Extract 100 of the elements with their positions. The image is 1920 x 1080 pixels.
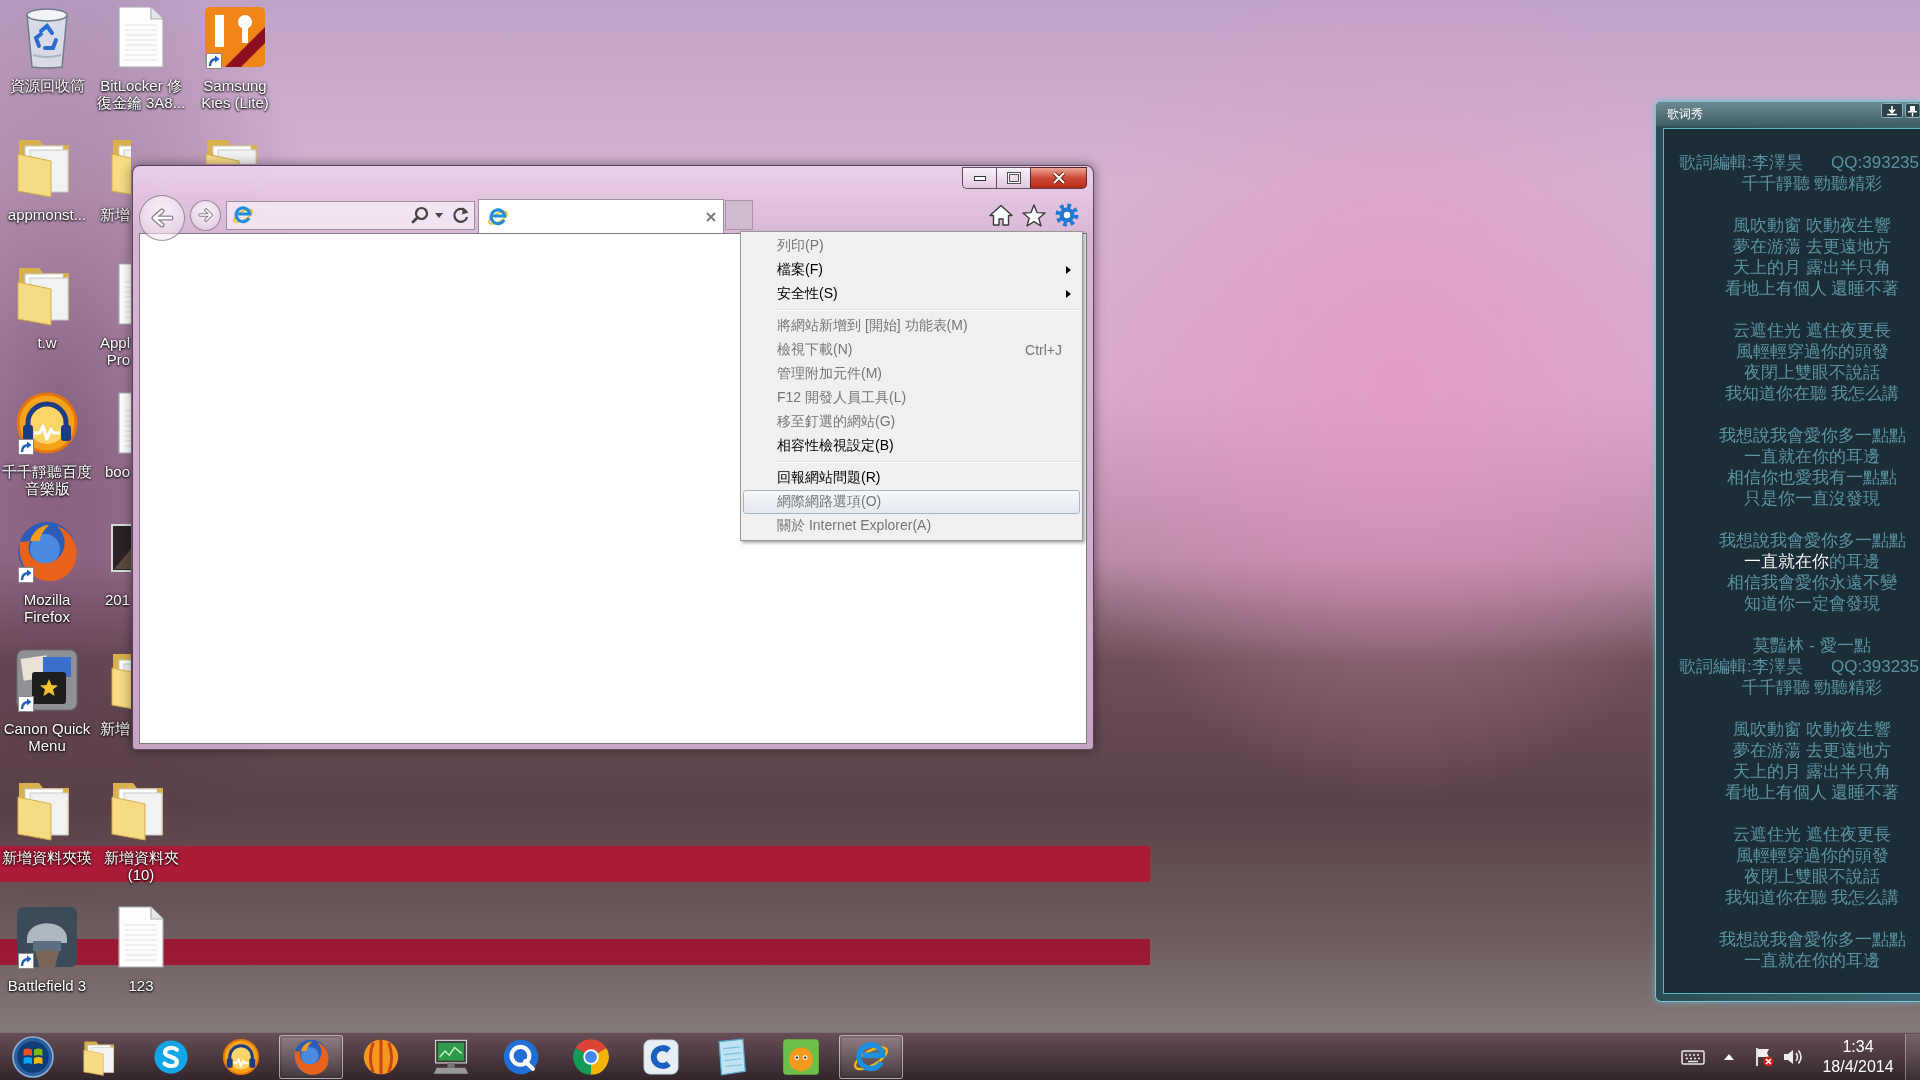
taskbar-button[interactable] [279, 1034, 343, 1079]
helmet-figure-icon[interactable] [15, 905, 79, 970]
lyric-line: QQ:393235 [1831, 152, 1919, 173]
e-logo-icon [232, 204, 254, 226]
maximize-icon [1006, 172, 1021, 184]
window-title: 歌词秀 [1667, 105, 1703, 123]
submenu-arrow-icon [1066, 266, 1071, 274]
s-logo-icon[interactable] [152, 1037, 190, 1076]
clock-date[interactable]: 18/4/2014 [1822, 1056, 1894, 1077]
lyric-line: 風吹動窗 吹動夜生響 [1733, 215, 1891, 236]
lyric-line: 只是你一直沒發現 [1744, 488, 1880, 509]
icon-label[interactable]: 新增資料夾瑛 [2, 848, 92, 866]
address-field[interactable] [226, 200, 475, 230]
keyboard-icon[interactable] [1681, 1048, 1705, 1065]
icon-label[interactable]: 新增資料夾 (10) [95, 848, 187, 883]
lyric-line: 我想說我會愛你多一點點 [1718, 425, 1906, 446]
pin-icon[interactable] [1905, 103, 1920, 118]
lyric-line: 一直就在你的耳邊 [1744, 950, 1880, 971]
search-icon[interactable] [411, 206, 429, 224]
settings-icon[interactable] [1055, 203, 1079, 227]
start-button[interactable] [12, 1035, 54, 1078]
lyric-line: 相信我會愛你永遠不變 [1727, 572, 1897, 593]
headphones-icon[interactable] [222, 1037, 260, 1076]
menu-item[interactable]: 檔案(F) [743, 258, 1080, 282]
lyric-line: 云遮住光 遮住夜更長 [1733, 320, 1891, 341]
shortcut-hint: Ctrl+J [1025, 342, 1062, 358]
taskbar-button[interactable] [839, 1034, 903, 1079]
icon-label[interactable]: BitLocker 修復金鑰 3A8... [95, 77, 187, 111]
star-icon[interactable] [1022, 203, 1046, 227]
striped-ball-icon[interactable] [362, 1037, 400, 1076]
cartoon-face-icon[interactable] [782, 1037, 820, 1076]
lyric-line: 歌詞編輯:李澤昊 [1679, 656, 1803, 677]
lyric-line: 我想說我會愛你多一點點 [1718, 530, 1906, 551]
lyric-line: 風輕輕穿過你的頭發 [1735, 341, 1889, 362]
lyric-line: 千千靜聽 勁聽精彩 [1741, 173, 1883, 194]
lyric-line: 看地上有個人 還睡不著 [1724, 278, 1900, 299]
lyric-line: 莫豔林 - 愛一點 [1753, 635, 1871, 656]
lyric-line: 風吹動窗 吹動夜生響 [1733, 719, 1891, 740]
lyric-line: 風輕輕穿過你的頭發 [1735, 845, 1889, 866]
home-icon[interactable] [989, 204, 1013, 226]
three-sector-logo-icon[interactable] [572, 1037, 610, 1076]
minimize-icon [973, 174, 986, 182]
lyric-line: 相信你也愛我有一點點 [1727, 467, 1897, 488]
lyric-line: 天上的月 露出半只角 [1733, 257, 1891, 278]
lyric-line: 夢在游蕩 去更遠地方 [1733, 236, 1891, 257]
fox-globe-icon [292, 1037, 330, 1076]
lyric-line: 看地上有個人 還睡不著 [1724, 782, 1900, 803]
icon-label[interactable]: Appl Pro [95, 334, 130, 369]
app-tile-icon[interactable] [203, 5, 267, 69]
left-arrow-icon [150, 207, 174, 228]
icon-label[interactable]: 資源回收筒 [9, 77, 85, 94]
icon-label[interactable]: t.w [37, 334, 57, 352]
menu-item[interactable]: 安全性(S) [743, 282, 1080, 306]
lyric-line: 一直就在你的耳邊 [1744, 446, 1880, 467]
caret-icon[interactable] [435, 212, 443, 218]
photo-stack-icon[interactable] [15, 647, 79, 712]
menu-item[interactable]: 相容性檢視設定(B) [743, 434, 1080, 458]
lyric-line: 歌詞編輯:李澤昊 [1679, 152, 1803, 173]
maximize-button[interactable] [996, 167, 1030, 189]
fox-globe-icon[interactable] [15, 519, 79, 584]
chevron-up-icon[interactable] [1723, 1052, 1735, 1061]
icon-label[interactable]: 新增 [95, 719, 130, 737]
close-icon[interactable] [705, 210, 717, 223]
menu-item[interactable]: 回報網站問題(R) [743, 466, 1080, 490]
lyric-line: 夜閉上雙眼不說話 [1744, 866, 1880, 887]
icon-label[interactable]: 千千靜聽百度音樂版 [1, 462, 93, 497]
c-logo-icon[interactable] [642, 1037, 680, 1076]
minimize-button[interactable] [962, 167, 996, 189]
lyric-line: 千千靜聽 勁聽精彩 [1741, 677, 1883, 698]
icon-label[interactable]: 201 [95, 591, 130, 609]
monitor-icon[interactable] [432, 1037, 470, 1076]
refresh-icon[interactable] [452, 206, 470, 224]
close-icon [1051, 172, 1066, 184]
lyric-line: QQ:393235 [1831, 656, 1919, 677]
lyric-line: 我知道你在聽 我怎么講 [1724, 887, 1900, 908]
right-arrow-icon [197, 208, 214, 222]
browser-tab[interactable] [478, 199, 724, 233]
flag-icon[interactable] [1753, 1046, 1774, 1067]
close-button[interactable] [1030, 167, 1087, 189]
icon-label[interactable]: appmonst... [7, 205, 87, 223]
forward-button[interactable] [190, 199, 221, 231]
icon-label[interactable]: 123 [128, 977, 154, 995]
icon-label[interactable]: Battlefield 3 [7, 977, 87, 995]
icon-label[interactable]: 新增 [95, 205, 130, 223]
e-logo-icon [487, 205, 509, 228]
lyric-line: 夢在游蕩 去更遠地方 [1733, 740, 1891, 761]
lyric-line: 我知道你在聽 我怎么講 [1724, 383, 1900, 404]
lyric-line: 天上的月 露出半只角 [1733, 761, 1891, 782]
icon-label[interactable]: Mozilla Firefox [1, 591, 93, 626]
lyric-line: 夜閉上雙眼不說話 [1744, 362, 1880, 383]
lyric-line: 云遮住光 遮住夜更長 [1733, 824, 1891, 845]
submenu-arrow-icon [1066, 290, 1071, 298]
headphones-icon[interactable] [15, 390, 79, 455]
q-logo-icon[interactable] [502, 1037, 540, 1076]
icon-label[interactable]: boo [95, 462, 130, 480]
icon-label[interactable]: Canon Quick Menu [1, 719, 93, 754]
show-desktop-button[interactable] [1905, 1033, 1920, 1080]
lyric-line: 知道你一定會發現 [1744, 593, 1880, 614]
lyric-line: 我想說我會愛你多一點點 [1718, 929, 1906, 950]
clock-time[interactable]: 1:34 [1842, 1036, 1874, 1057]
